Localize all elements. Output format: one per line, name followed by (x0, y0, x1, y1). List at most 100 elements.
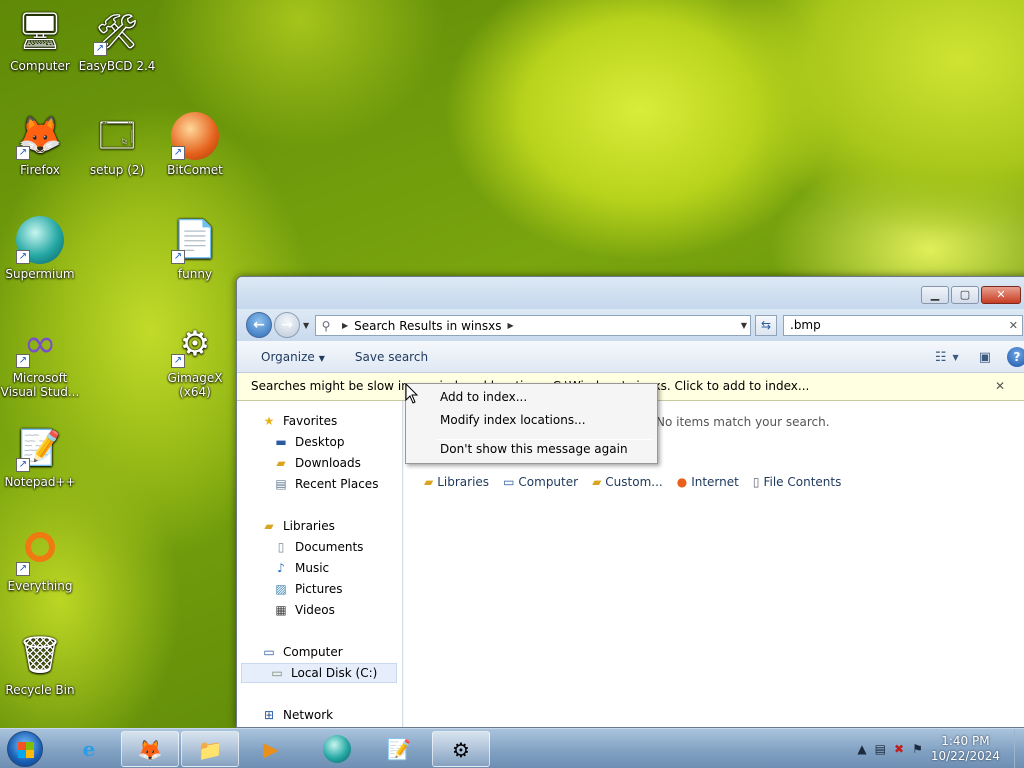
breadcrumb-search-results[interactable]: Search Results in winsxs (354, 319, 501, 333)
taskbar-notepad-plus-plus[interactable]: 📝 (370, 731, 428, 767)
desktop-icon-computer[interactable]: 🖥 Computer (0, 8, 80, 73)
documents-icon: ▯ (277, 540, 285, 554)
taskbar-firefox[interactable]: 🦊 (121, 731, 179, 767)
nav-label: Music (295, 561, 330, 575)
nav-label: Downloads (295, 456, 361, 470)
nav-favorites[interactable]: ★ Favorites (261, 411, 338, 431)
everything-search-icon: ↗ (16, 528, 64, 576)
title-bar[interactable]: ▁ ▢ ✕ (237, 277, 1024, 309)
nav-downloads[interactable]: ▰ Downloads (273, 453, 361, 473)
desktop-icon-label: EasyBCD 2.4 (78, 59, 156, 73)
recent-pages-dropdown[interactable]: ▼ (303, 321, 309, 330)
nav-videos[interactable]: ▦ Videos (273, 600, 335, 620)
file-icon: 📄 ↗ (171, 219, 218, 264)
preview-pane-icon[interactable]: ▣ (979, 350, 991, 365)
search-again-custom[interactable]: ▰ Custom... (592, 475, 663, 489)
easybcd-icon: 🛠 ↗ (93, 8, 141, 56)
file-contents-icon: ▯ (752, 475, 760, 489)
network-icon: ⊞ (263, 708, 275, 722)
taskbar-supermium[interactable] (308, 731, 366, 767)
refresh-button[interactable]: ⇆ (755, 315, 777, 336)
mouse-cursor-icon (405, 383, 419, 404)
computer-icon: ▭ (263, 645, 275, 659)
menu-item-dont-show-again[interactable]: Don't show this message again (440, 442, 628, 456)
maximize-button[interactable]: ▢ (951, 286, 979, 304)
recent-places-icon: ▤ (275, 477, 287, 491)
folder-icon: 📁 (197, 738, 223, 762)
search-again-label: File Contents (763, 475, 842, 489)
chevron-right-icon[interactable]: ▶ (507, 321, 513, 330)
search-input[interactable]: .bmp ✕ (783, 315, 1023, 336)
nav-desktop[interactable]: ▬ Desktop (273, 432, 344, 452)
forward-button[interactable]: → (274, 312, 300, 338)
arrow-left-icon: ← (253, 317, 265, 333)
close-info-bar-icon[interactable]: ✕ (995, 373, 1005, 399)
volume-muted-icon[interactable]: ✖ (894, 742, 904, 756)
desktop-icon-gimagex[interactable]: ⚙ ↗ GimageX (x64) (155, 320, 235, 399)
taskbar-internet-explorer[interactable]: e (60, 731, 118, 767)
desktop-icon-notepadpp[interactable]: 📝 ↗ Notepad++ (0, 424, 80, 489)
show-desktop-button[interactable] (1014, 729, 1024, 768)
search-again-file-contents[interactable]: ▯ File Contents (753, 475, 841, 489)
nav-local-disk[interactable]: ▭ Local Disk (C:) (241, 663, 397, 683)
explorer-window[interactable]: ▁ ▢ ✕ ← → ▼ ⚲ ▶ Search Results in winsxs… (236, 276, 1024, 728)
organize-button[interactable]: Organize ▼ (261, 350, 325, 364)
taskbar: e 🦊 📁 ▶ 📝 ⚙ ▲ ▤ ✖ ⚑ 1:40 PM 10/22/2024 (0, 728, 1024, 768)
desktop-icon-setup[interactable]: 🗔 setup (2) (77, 112, 157, 177)
computer-icon: 🖥 (17, 11, 63, 52)
start-button[interactable] (7, 731, 43, 767)
close-button[interactable]: ✕ (981, 286, 1021, 304)
desktop-icon-easybcd[interactable]: 🛠 ↗ EasyBCD 2.4 (77, 8, 157, 73)
clock-date: 10/22/2024 (930, 749, 1000, 763)
desktop-icon-bitcomet[interactable]: ↗ BitComet (155, 112, 235, 177)
save-search-button[interactable]: Save search (355, 350, 428, 364)
navigation-pane: ★ Favorites ▬ Desktop ▰ Downloads ▤ Rece… (237, 401, 403, 727)
search-again-label: Libraries (437, 475, 490, 489)
taskbar-windows-explorer[interactable]: 📁 (181, 731, 239, 767)
back-button[interactable]: ← (246, 312, 272, 338)
network-tray-icon[interactable]: ▤ (875, 742, 886, 756)
nav-libraries[interactable]: ▰ Libraries (261, 516, 335, 536)
nav-recent-places[interactable]: ▤ Recent Places (273, 474, 378, 494)
minimize-button[interactable]: ▁ (921, 286, 949, 304)
menu-separator (436, 439, 653, 440)
view-options-icon[interactable]: ☷ (935, 350, 947, 365)
desktop-icon-label: Recycle Bin (5, 683, 75, 697)
nav-documents[interactable]: ▯ Documents (273, 537, 364, 557)
desktop-icon-label: Everything (7, 579, 73, 593)
nav-computer[interactable]: ▭ Computer (261, 642, 342, 662)
menu-item-add-to-index[interactable]: Add to index... (440, 390, 527, 404)
desktop-icon-label: setup (2) (89, 163, 145, 177)
taskbar-gimagex[interactable]: ⚙ (432, 731, 490, 767)
desktop-icon-supermium[interactable]: ↗ Supermium (0, 216, 80, 281)
nav-pictures[interactable]: ▨ Pictures (273, 579, 342, 599)
libraries-icon: ▰ (264, 519, 274, 533)
nav-label: Libraries (283, 519, 335, 533)
menu-item-modify-index-locations[interactable]: Modify index locations... (440, 413, 586, 427)
setup-window-icon: 🗔 (98, 116, 136, 156)
desktop-icon-firefox[interactable]: 🦊 ↗ Firefox (0, 112, 80, 177)
desktop-icon: ▬ (275, 435, 287, 449)
nav-music[interactable]: ♪ Music (273, 558, 329, 578)
desktop-icon-recycle-bin[interactable]: 🗑 Recycle Bin (0, 632, 80, 697)
videos-film-icon: ▦ (275, 603, 287, 617)
nav-network[interactable]: ⊞ Network (261, 705, 333, 725)
desktop-icon-visual-studio[interactable]: ∞ ↗ Microsoft Visual Stud... (0, 320, 80, 399)
help-icon[interactable]: ? (1007, 347, 1024, 367)
desktop-icon-everything[interactable]: ↗ Everything (0, 528, 80, 593)
search-again-libraries[interactable]: ▰ Libraries (424, 475, 489, 489)
taskbar-media-player[interactable]: ▶ (242, 731, 300, 767)
action-center-flag-icon[interactable]: ⚑ (912, 742, 923, 756)
nav-label: Recent Places (295, 477, 379, 491)
chevron-right-icon[interactable]: ▶ (342, 321, 348, 330)
clear-search-icon[interactable]: ✕ (1009, 316, 1018, 335)
windows-logo-icon (18, 742, 34, 758)
desktop-icon-funny[interactable]: 📄 ↗ funny (155, 216, 235, 281)
address-bar[interactable]: ⚲ ▶ Search Results in winsxs ▶ ▼ (315, 315, 751, 336)
chevron-down-icon[interactable]: ▼ (953, 353, 959, 362)
search-again-computer[interactable]: ▭ Computer (503, 475, 578, 489)
address-dropdown-chevron-icon[interactable]: ▼ (741, 321, 747, 330)
clock[interactable]: 1:40 PM 10/22/2024 (931, 734, 1000, 764)
show-hidden-icons-chevron-icon[interactable]: ▲ (857, 742, 866, 756)
search-again-internet[interactable]: ● Internet (677, 475, 739, 489)
